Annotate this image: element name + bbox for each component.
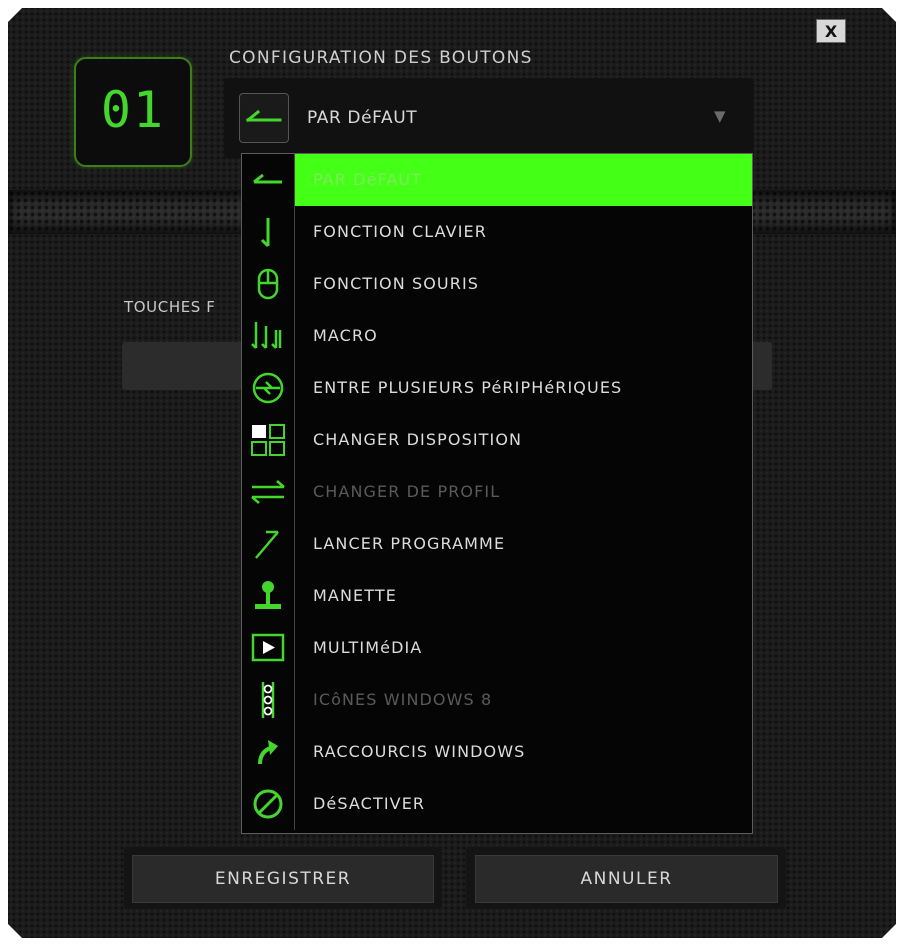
- close-button[interactable]: X: [816, 19, 846, 43]
- icon-cell: [242, 206, 295, 258]
- icon-cell: [242, 518, 295, 570]
- disable-icon: [253, 789, 283, 819]
- dropdown-item-label: CHANGER DISPOSITION: [313, 430, 523, 449]
- dropdown-item-label: ICôNES WINDOWS 8: [313, 690, 493, 709]
- dropdown-item-label: PAR DéFAUT: [313, 170, 423, 189]
- dropdown-item-desactiver[interactable]: DéSACTIVER: [242, 778, 752, 830]
- macro-icon: [251, 322, 282, 349]
- button-slot-number: 01: [74, 57, 192, 167]
- dropdown-item-label: FONCTION SOURIS: [313, 274, 480, 293]
- icon-cell: [242, 674, 295, 726]
- save-button[interactable]: ENREGISTRER: [132, 855, 434, 903]
- icon-cell: [242, 258, 295, 310]
- icon-cell: [242, 466, 295, 518]
- slot-number-text: 01: [100, 81, 166, 139]
- dropdown-item-label: FONCTION CLAVIER: [313, 222, 487, 241]
- icon-cell: [242, 778, 295, 830]
- chevron-down-icon[interactable]: ▼: [714, 107, 726, 125]
- icon-cell: [242, 726, 295, 778]
- select-value: PAR DéFAUT: [307, 108, 418, 128]
- dropdown-item-label: MANETTE: [313, 586, 397, 605]
- joystick-icon: [255, 581, 281, 609]
- multimedia-icon: [251, 633, 285, 662]
- dropdown-item-fonction-souris[interactable]: FONCTION SOURIS: [242, 258, 752, 310]
- icon-cell: [242, 310, 295, 362]
- dropdown-item-manette[interactable]: MANETTE: [242, 570, 752, 622]
- arrow-left-icon: [245, 109, 282, 123]
- config-title: CONFIGURATION DES BOUTONS: [229, 48, 533, 68]
- icon-cell: [242, 622, 295, 674]
- touches-label: TOUCHES F: [124, 298, 216, 316]
- dropdown-item-icones-windows-8: ICôNES WINDOWS 8: [242, 674, 752, 726]
- dropdown-item-label: ENTRE PLUSIEURS PéRIPHéRIQUES: [313, 378, 623, 397]
- dropdown-item-label: MULTIMéDIA: [313, 638, 423, 657]
- dropdown-item-multimedia[interactable]: MULTIMéDIA: [242, 622, 752, 674]
- dropdown-item-label: DéSACTIVER: [313, 794, 426, 813]
- inter-device-icon: [252, 372, 284, 404]
- dropdown-item-label: LANCER PROGRAMME: [313, 534, 506, 553]
- assignment-dropdown-list[interactable]: PAR DéFAUT FONCTION CLAVIER FONCTION SOU…: [241, 153, 753, 834]
- assignment-select[interactable]: [224, 78, 754, 158]
- keyboard-arrow-down-icon: [260, 218, 270, 248]
- icon-cell: [242, 414, 295, 466]
- launch-program-icon: [255, 530, 279, 559]
- switch-layout-icon: [251, 424, 285, 456]
- dropdown-item-entre-plusieurs-peripheriques[interactable]: ENTRE PLUSIEURS PéRIPHéRIQUES: [242, 362, 752, 414]
- dropdown-item-label: RACCOURCIS WINDOWS: [313, 742, 526, 761]
- switch-profile-icon: [251, 480, 285, 504]
- select-icon-box: [239, 93, 289, 143]
- dropdown-item-raccourcis-windows[interactable]: RACCOURCIS WINDOWS: [242, 726, 752, 778]
- dropdown-item-fonction-clavier[interactable]: FONCTION CLAVIER: [242, 206, 752, 258]
- icon-cell: [242, 362, 295, 414]
- mouse-icon: [257, 268, 279, 300]
- dropdown-item-changer-disposition[interactable]: CHANGER DISPOSITION: [242, 414, 752, 466]
- cancel-button[interactable]: ANNULER: [475, 855, 778, 903]
- windows-shortcut-icon: [258, 740, 278, 765]
- dropdown-item-lancer-programme[interactable]: LANCER PROGRAMME: [242, 518, 752, 570]
- icon-cell: [242, 570, 295, 622]
- dropdown-item-par-defaut[interactable]: PAR DéFAUT: [242, 154, 752, 206]
- arrow-left-icon: [253, 173, 282, 184]
- dropdown-item-changer-de-profil: CHANGER DE PROFIL: [242, 466, 752, 518]
- dropdown-item-label: CHANGER DE PROFIL: [313, 482, 501, 501]
- windows8-charms-icon: [261, 682, 275, 718]
- dropdown-item-label: MACRO: [313, 326, 378, 345]
- dropdown-item-macro[interactable]: MACRO: [242, 310, 752, 362]
- icon-cell: [242, 154, 295, 206]
